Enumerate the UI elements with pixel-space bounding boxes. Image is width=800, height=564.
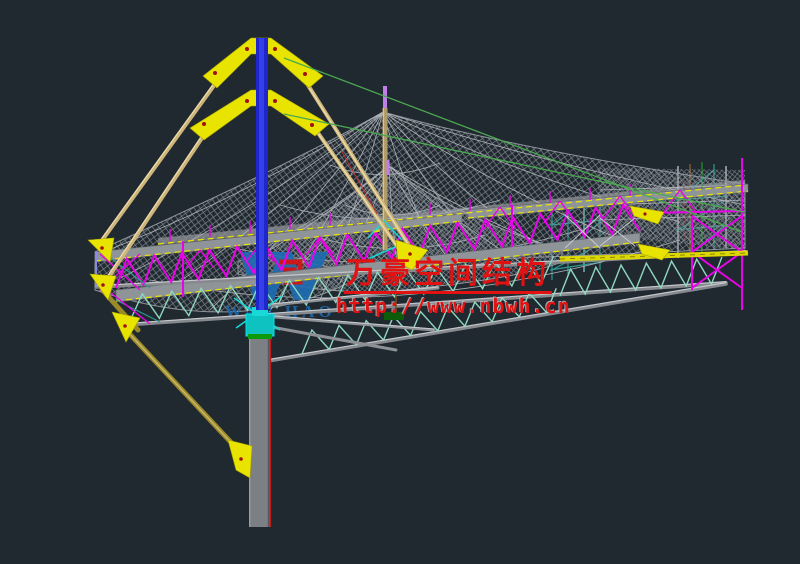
watermark-company-name: 万豪空间结构: [344, 258, 552, 294]
cad-viewport[interactable]: WAN HAO: [0, 0, 800, 564]
support-column: [234, 287, 438, 527]
column-cap-cyan: [246, 314, 274, 336]
watermark-url: http://www.nbwh.cn: [336, 294, 571, 318]
column-shaft: [249, 332, 270, 527]
